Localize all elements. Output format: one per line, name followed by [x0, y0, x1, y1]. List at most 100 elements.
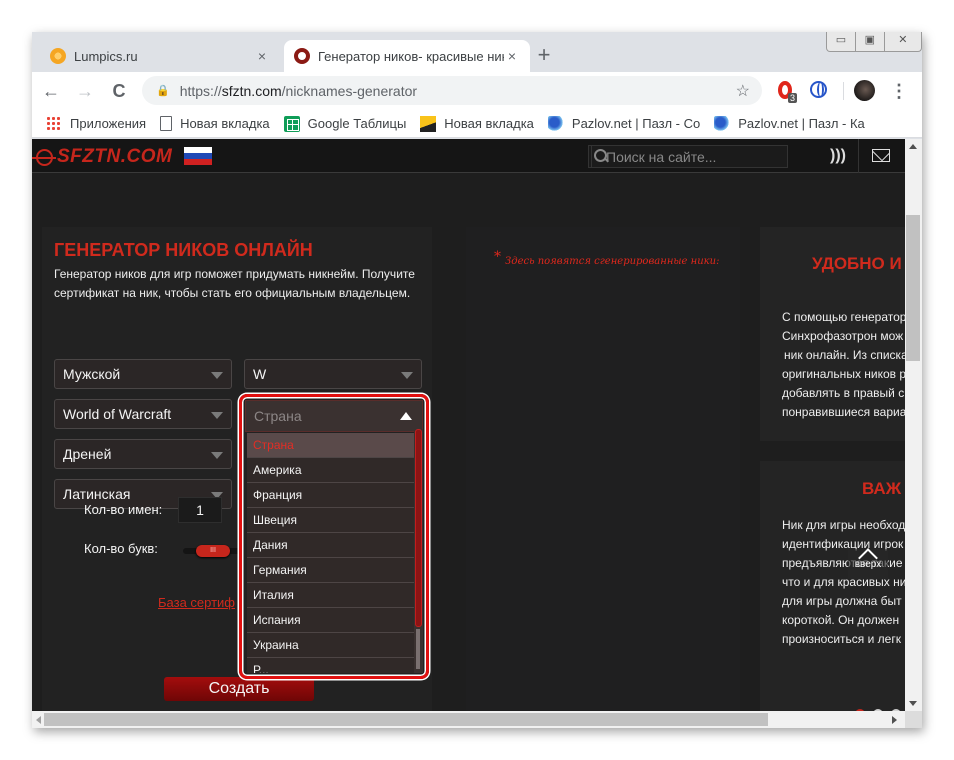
country-option[interactable]: Р... [247, 658, 414, 673]
select-value: W [253, 366, 267, 382]
chevron-down-icon [401, 372, 413, 379]
bookmark-apps[interactable]: Приложения [46, 115, 147, 132]
country-option[interactable]: Франция [247, 483, 414, 508]
scroll-left-arrow-icon[interactable] [36, 716, 41, 724]
generator-description: Генератор ников для игр поможет придумат… [54, 267, 415, 300]
scroll-right-arrow-icon[interactable] [892, 716, 897, 724]
country-option[interactable]: Германия [247, 558, 414, 583]
scroll-up-arrow-icon[interactable] [909, 144, 917, 149]
close-tab-icon[interactable]: × [254, 48, 270, 64]
browser-toolbar: ← → C 🔒 https:// sfztn.com /nicknames-ge… [32, 72, 922, 110]
page-viewport: SFZTN.COM ))) ГЕНЕРАТОР НИКОВ ОНЛАЙН Ген… [32, 139, 905, 711]
bookmark-pazlov-1[interactable]: Pazlov.net | Пазл - Со [547, 115, 700, 132]
gender-select[interactable]: Мужской [54, 359, 232, 389]
country-option[interactable]: Страна [247, 433, 414, 458]
mail-icon[interactable] [872, 149, 890, 162]
horizontal-scrollbar[interactable] [32, 711, 905, 728]
chevron-down-icon [211, 372, 223, 379]
bookmark-new-tab[interactable]: Новая вкладка [160, 116, 270, 131]
globe-extension-icon[interactable] [810, 81, 830, 101]
reload-button[interactable]: C [104, 76, 134, 106]
generator-title: ГЕНЕРАТОР НИКОВ ОНЛАЙН [54, 240, 313, 260]
site-search [588, 145, 788, 168]
text-line: короткой. Он должен [782, 613, 900, 627]
bookmark-pazlov-2[interactable]: Pazlov.net | Пазл - Ка [714, 115, 865, 132]
image-icon [420, 115, 437, 132]
info-text-important: Ник для игры необход идентификации игрок… [782, 516, 905, 649]
tab-strip: Lumpics.ru × Генератор ников- красивые н… [32, 32, 922, 72]
letters-count-label: Кол-во букв: [84, 541, 158, 556]
select-value: World of Warcraft [63, 406, 172, 422]
profile-avatar[interactable] [854, 80, 875, 101]
country-option[interactable]: Швеция [247, 508, 414, 533]
close-window-button[interactable]: ✕ [885, 32, 921, 51]
text-line: оригинальных ников р [782, 367, 905, 381]
country-select[interactable]: Страна [245, 400, 423, 432]
asterisk: * [494, 249, 501, 265]
info-text-convenient: С помощью генератор Синхрофазотрон мож н… [782, 308, 905, 422]
opera-extension-icon[interactable]: 3 [778, 81, 798, 103]
site-header: SFZTN.COM ))) [32, 139, 905, 173]
extension-badge: 3 [788, 93, 798, 103]
slider-marker [240, 506, 243, 516]
tab-lumpics[interactable]: Lumpics.ru × [40, 40, 280, 72]
browser-menu-icon[interactable]: ⋮ [890, 80, 908, 102]
names-count-input[interactable] [178, 497, 222, 523]
info-title-important: ВАЖ [862, 479, 902, 498]
tab-title: Lumpics.ru [74, 48, 138, 64]
apps-grid-icon [46, 115, 62, 132]
country-option[interactable]: Америка [247, 458, 414, 483]
lock-icon: 🔒 [156, 85, 170, 97]
minimize-button[interactable]: ▭ [827, 32, 856, 51]
search-icon[interactable] [589, 146, 607, 167]
site-logo[interactable]: SFZTN.COM [32, 146, 172, 168]
select-value: Мужской [63, 366, 121, 382]
forward-button[interactable]: → [70, 76, 100, 106]
vertical-scrollbar[interactable] [905, 139, 922, 711]
close-tab-icon[interactable]: × [504, 48, 520, 64]
bookmark-new-tab-2[interactable]: Новая вкладка [420, 115, 534, 132]
country-options-list: Страна Америка Франция Швеция Дания Герм… [247, 433, 414, 673]
new-tab-button[interactable]: + [532, 44, 556, 68]
window-controls: ▭ ▣ ✕ [826, 32, 922, 52]
chevron-down-icon [211, 412, 223, 419]
select-value: Дреней [63, 446, 112, 462]
bookmark-star-icon[interactable]: ☆ [736, 81, 750, 101]
country-option[interactable]: Украина [247, 633, 414, 658]
bookmark-google-sheets[interactable]: Google Таблицы [283, 115, 406, 132]
scroll-down-arrow-icon[interactable] [909, 701, 917, 706]
info-title-convenient: УДОБНО И [812, 254, 902, 273]
country-option[interactable]: Испания [247, 608, 414, 633]
scroll-to-top-button[interactable]: вверх [848, 548, 888, 579]
tab-nickname-generator[interactable]: Генератор ников- красивые ник × [284, 40, 530, 72]
note-text: Здесь появятся сгенерированные ники: [505, 256, 720, 267]
russian-flag-icon[interactable] [184, 147, 212, 165]
race-select[interactable]: Дреней [54, 439, 232, 469]
certificate-database-link[interactable]: База сертиф [158, 595, 235, 610]
address-bar[interactable]: 🔒 https:// sfztn.com /nicknames-generato… [142, 76, 762, 105]
bookmark-label: Приложения [70, 116, 147, 131]
country-option[interactable]: Дания [247, 533, 414, 558]
dropdown-scroll-thumb[interactable] [415, 429, 422, 627]
country-option[interactable]: Италия [247, 583, 414, 608]
puzzle-icon [714, 115, 731, 132]
site-search-input[interactable] [592, 146, 787, 167]
back-button[interactable]: ← [36, 76, 66, 106]
create-button[interactable]: Создать [164, 677, 314, 701]
text-line: С помощью генератор [782, 310, 905, 324]
rss-icon[interactable]: ))) [830, 147, 848, 165]
dropdown-scroll-track [416, 629, 420, 669]
game-select[interactable]: World of Warcraft [54, 399, 232, 429]
horizontal-scroll-thumb[interactable] [44, 713, 768, 726]
chevron-up-icon [400, 412, 412, 420]
vertical-scroll-thumb[interactable] [906, 215, 920, 361]
chevron-down-icon [211, 452, 223, 459]
select-placeholder: Страна [254, 408, 302, 424]
lumpics-favicon-icon [50, 48, 66, 64]
slider-handle[interactable]: III [196, 545, 230, 557]
letter-select[interactable]: W [244, 359, 422, 389]
text-line: ник онлайн. Из списка [784, 348, 905, 362]
maximize-button[interactable]: ▣ [856, 32, 885, 51]
dropdown-scrollbar[interactable] [414, 429, 423, 673]
tab-title: Генератор ников- красивые ник [318, 48, 504, 64]
